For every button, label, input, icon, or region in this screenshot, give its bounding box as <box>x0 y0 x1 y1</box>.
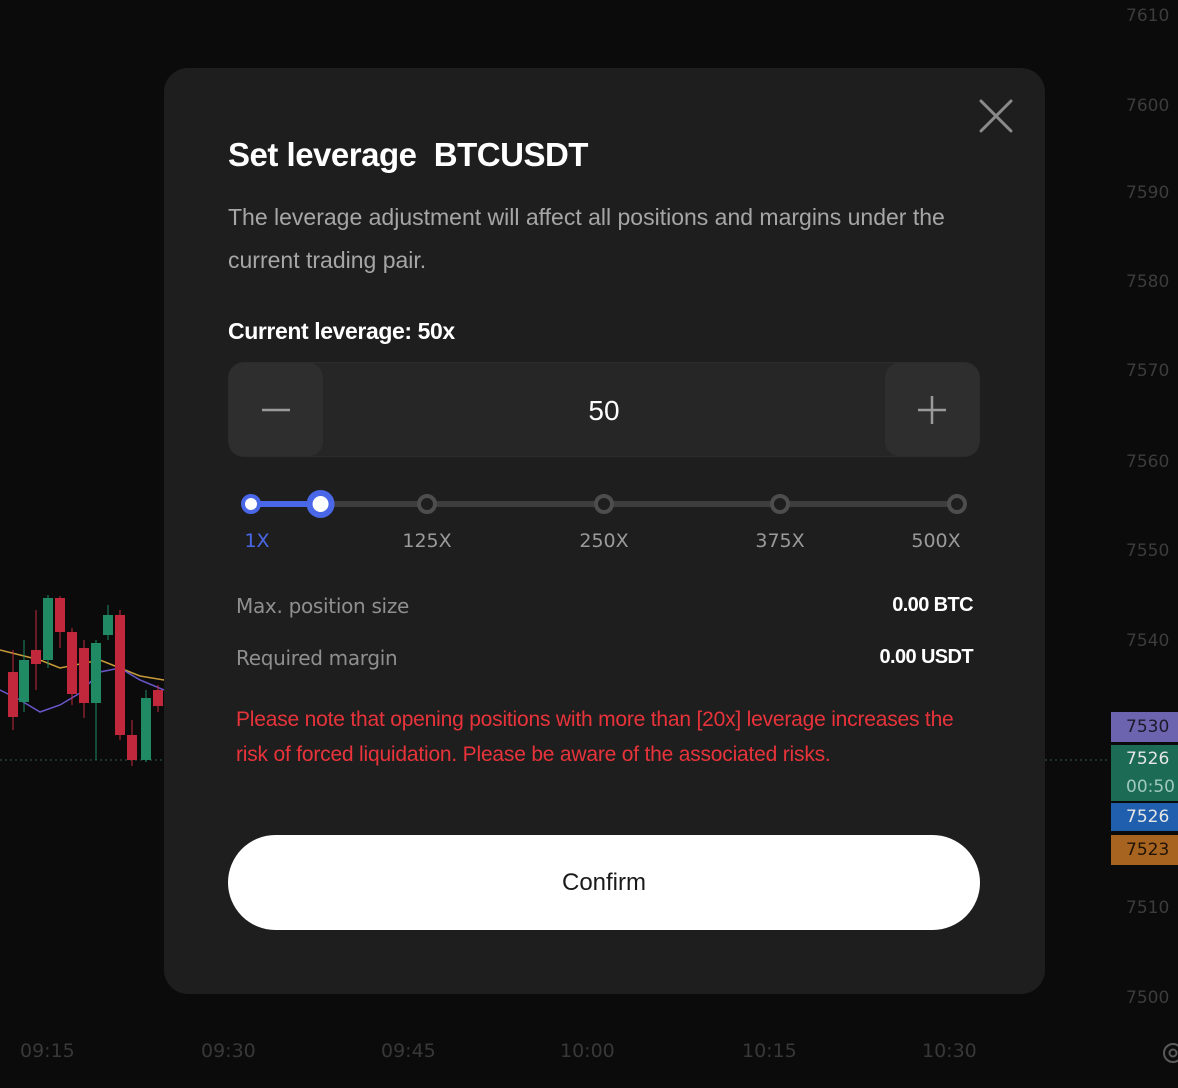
leverage-stepper <box>228 362 980 458</box>
price-axis-label: 7560 <box>1126 452 1170 472</box>
max-position-size-value: 0.00 BTC <box>892 594 973 616</box>
leverage-input[interactable] <box>323 363 885 458</box>
time-axis-label: 09:30 <box>201 1040 256 1062</box>
price-tag: 7530 <box>1111 712 1178 742</box>
slider-label-500x: 500X <box>911 530 961 552</box>
modal-title: Set leverage BTCUSDT <box>228 136 588 173</box>
price-axis-label: 7550 <box>1126 541 1170 561</box>
minus-icon <box>262 408 290 411</box>
increase-button[interactable] <box>885 363 979 456</box>
price-axis-label: 7590 <box>1126 183 1170 203</box>
settings-icon[interactable] <box>1160 1040 1178 1066</box>
slider-mark <box>770 494 790 514</box>
price-axis-label: 7580 <box>1126 272 1170 292</box>
modal-description: The leverage adjustment will affect all … <box>228 204 945 273</box>
price-tag: 7526 <box>1111 745 1178 773</box>
time-axis-label: 09:15 <box>20 1040 75 1062</box>
price-axis-label: 7500 <box>1126 988 1170 1008</box>
slider-label-125x: 125X <box>402 530 452 552</box>
slider-label-1x: 1X <box>244 530 270 552</box>
price-axis-label: 7540 <box>1126 631 1170 651</box>
required-margin-value: 0.00 USDT <box>879 646 973 668</box>
price-tag: 7523 <box>1111 835 1178 865</box>
current-leverage-label: Current leverage: 50x <box>228 318 455 344</box>
confirm-button[interactable]: Confirm <box>228 835 980 930</box>
slider-mark <box>947 494 967 514</box>
slider-label-375x: 375X <box>755 530 805 552</box>
slider-mark <box>417 494 437 514</box>
close-icon[interactable] <box>976 96 1016 136</box>
decrease-button[interactable] <box>229 363 323 456</box>
time-axis-label: 10:00 <box>560 1040 615 1062</box>
price-axis-label: 7600 <box>1126 96 1170 116</box>
set-leverage-modal: Set leverage BTCUSDT The leverage adjust… <box>164 68 1045 994</box>
time-axis-label: 09:45 <box>381 1040 436 1062</box>
price-axis-label: 7510 <box>1126 898 1170 918</box>
time-axis-label: 10:30 <box>922 1040 977 1062</box>
slider-thumb <box>306 490 335 518</box>
required-margin-label: Required margin <box>236 646 398 670</box>
max-position-size-label: Max. position size <box>236 594 410 618</box>
leverage-slider[interactable] <box>228 486 980 526</box>
time-axis-label: 10:15 <box>742 1040 797 1062</box>
countdown-tag: 00:50 <box>1111 773 1178 801</box>
slider-mark <box>594 494 614 514</box>
risk-warning: Please note that opening positions with … <box>236 708 954 766</box>
price-axis-label: 7570 <box>1126 361 1170 381</box>
price-axis-label: 7610 <box>1126 6 1170 26</box>
price-tag: 7526 <box>1111 803 1178 831</box>
slider-label-250x: 250X <box>579 530 629 552</box>
slider-mark <box>241 494 261 514</box>
plus-icon <box>918 395 946 424</box>
